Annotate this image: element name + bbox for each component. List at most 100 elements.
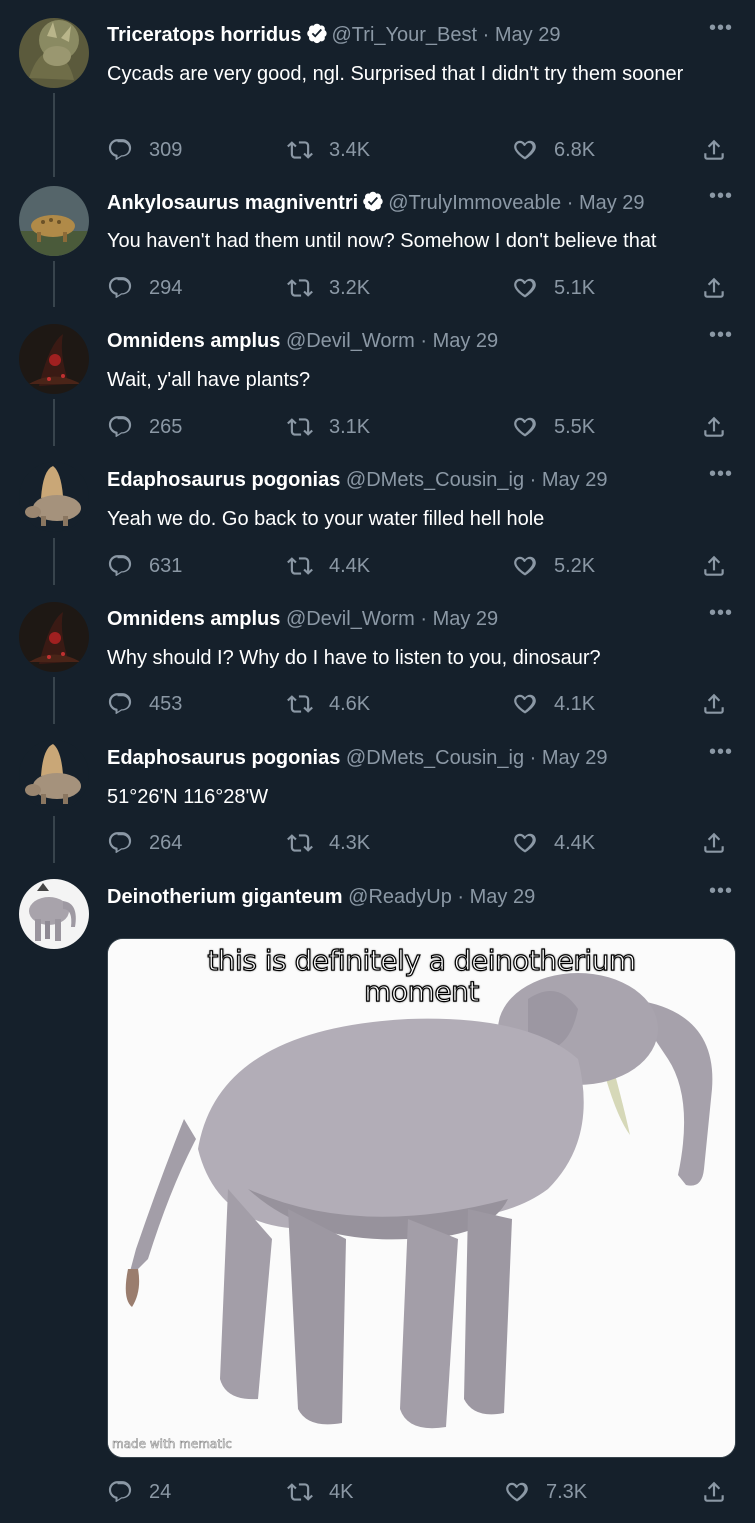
thread-connector	[53, 816, 55, 863]
tweet[interactable]: Omnidens amplus @Devil_Worm · May 29 •••…	[0, 585, 755, 724]
more-options-icon[interactable]: •••	[709, 18, 733, 38]
handle[interactable]: @DMets_Cousin_ig	[346, 469, 524, 491]
like-button[interactable]: 5.5K	[512, 414, 595, 440]
timestamp[interactable]: May 29	[433, 608, 499, 630]
share-button[interactable]	[701, 275, 727, 301]
like-button[interactable]: 7.3K	[504, 1479, 587, 1505]
timestamp[interactable]: May 29	[542, 469, 608, 491]
reply-button[interactable]: 264	[107, 830, 182, 856]
retweet-button[interactable]: 3.2K	[287, 275, 370, 301]
avatar[interactable]	[19, 740, 89, 810]
like-button[interactable]: 4.4K	[512, 830, 595, 856]
reply-button[interactable]: 294	[107, 275, 182, 301]
share-button[interactable]	[701, 830, 727, 856]
like-count: 6.8K	[554, 139, 596, 161]
retweet-button[interactable]: 4K	[287, 1479, 353, 1505]
action-bar: 309 3.4K 6.8K	[107, 137, 727, 163]
more-options-icon[interactable]: •••	[709, 742, 733, 762]
display-name[interactable]: Edaphosaurus pogonias	[107, 469, 340, 491]
tweet-header: Omnidens amplus @Devil_Worm · May 29	[107, 607, 695, 631]
timestamp[interactable]: May 29	[470, 886, 536, 908]
share-button[interactable]	[701, 414, 727, 440]
display-name[interactable]: Ankylosaurus magniventri	[107, 192, 358, 214]
share-button[interactable]	[701, 137, 727, 163]
separator-dot: ·	[457, 886, 465, 908]
like-button[interactable]: 6.8K	[512, 137, 595, 163]
retweet-icon	[287, 1479, 313, 1505]
retweet-button[interactable]: 4.3K	[287, 830, 370, 856]
retweet-count: 3.2K	[329, 277, 371, 299]
retweet-button[interactable]: 3.1K	[287, 414, 370, 440]
timestamp[interactable]: May 29	[433, 330, 499, 352]
tweet[interactable]: Triceratops horridus @Tri_Your_Best · May…	[0, 0, 755, 177]
tweet-image[interactable]: this is definitely a deinotherium moment…	[107, 938, 736, 1458]
like-button[interactable]: 4.1K	[512, 691, 595, 717]
reply-icon	[107, 275, 133, 301]
reply-button[interactable]: 24	[107, 1479, 171, 1505]
handle[interactable]: @TrulyImmoveable	[388, 192, 561, 214]
reply-icon	[107, 553, 133, 579]
avatar[interactable]	[19, 879, 89, 949]
separator-dot: ·	[420, 608, 428, 630]
action-bar: 631 4.4K 5.2K	[107, 553, 727, 579]
tweet[interactable]: Edaphosaurus pogonias @DMets_Cousin_ig ·…	[0, 724, 755, 863]
share-icon	[701, 1479, 727, 1505]
handle[interactable]: @Tri_Your_Best	[332, 24, 478, 46]
heart-icon	[512, 137, 538, 163]
meme-caption-line: moment	[364, 975, 480, 1008]
tweet[interactable]: Ankylosaurus magniventri @TrulyImmoveable…	[0, 168, 755, 307]
reply-button[interactable]: 453	[107, 691, 182, 717]
reply-button[interactable]: 265	[107, 414, 182, 440]
retweet-icon	[287, 414, 313, 440]
avatar[interactable]	[19, 602, 89, 672]
more-options-icon[interactable]: •••	[709, 186, 733, 206]
avatar[interactable]	[19, 18, 89, 88]
handle[interactable]: @Devil_Worm	[286, 608, 415, 630]
display-name[interactable]: Edaphosaurus pogonias	[107, 747, 340, 769]
retweet-button[interactable]: 4.6K	[287, 691, 370, 717]
avatar[interactable]	[19, 462, 89, 532]
reply-button[interactable]: 631	[107, 553, 182, 579]
more-options-icon[interactable]: •••	[709, 325, 733, 345]
heart-icon	[512, 553, 538, 579]
retweet-count: 3.1K	[329, 416, 371, 438]
share-button[interactable]	[701, 1479, 727, 1505]
display-name[interactable]: Omnidens amplus	[107, 608, 280, 630]
handle[interactable]: @Devil_Worm	[286, 330, 415, 352]
display-name[interactable]: Omnidens amplus	[107, 330, 280, 352]
tweet[interactable]: Omnidens amplus @Devil_Worm · May 29 •••…	[0, 307, 755, 446]
share-button[interactable]	[701, 553, 727, 579]
avatar[interactable]	[19, 324, 89, 394]
retweet-button[interactable]: 4.4K	[287, 553, 370, 579]
more-options-icon[interactable]: •••	[709, 881, 733, 901]
tweet[interactable]: Edaphosaurus pogonias @DMets_Cousin_ig ·…	[0, 446, 755, 585]
retweet-button[interactable]: 3.4K	[287, 137, 370, 163]
share-icon	[701, 553, 727, 579]
timestamp[interactable]: May 29	[542, 747, 608, 769]
share-button[interactable]	[701, 691, 727, 717]
timestamp[interactable]: May 29	[579, 192, 645, 214]
retweet-count: 4.3K	[329, 832, 371, 854]
like-button[interactable]: 5.1K	[512, 275, 595, 301]
handle[interactable]: @DMets_Cousin_ig	[346, 747, 524, 769]
more-options-icon[interactable]: •••	[709, 464, 733, 484]
like-button[interactable]: 5.2K	[512, 553, 595, 579]
reply-count: 264	[149, 832, 183, 854]
avatar[interactable]	[19, 186, 89, 256]
display-name[interactable]: Deinotherium giganteum	[107, 886, 343, 908]
reply-count: 309	[149, 139, 183, 161]
retweet-count: 3.4K	[329, 139, 371, 161]
reply-count: 24	[149, 1481, 172, 1503]
reply-count: 453	[149, 693, 183, 715]
share-icon	[701, 830, 727, 856]
more-options-icon[interactable]: •••	[709, 603, 733, 623]
handle[interactable]: @ReadyUp	[348, 886, 452, 908]
thread-connector	[53, 399, 55, 446]
reply-button[interactable]: 309	[107, 137, 182, 163]
timestamp[interactable]: May 29	[495, 24, 561, 46]
thread-connector	[53, 93, 55, 177]
display-name[interactable]: Triceratops horridus	[107, 24, 302, 46]
retweet-icon	[287, 137, 313, 163]
retweet-icon	[287, 275, 313, 301]
reply-icon	[107, 1479, 133, 1505]
